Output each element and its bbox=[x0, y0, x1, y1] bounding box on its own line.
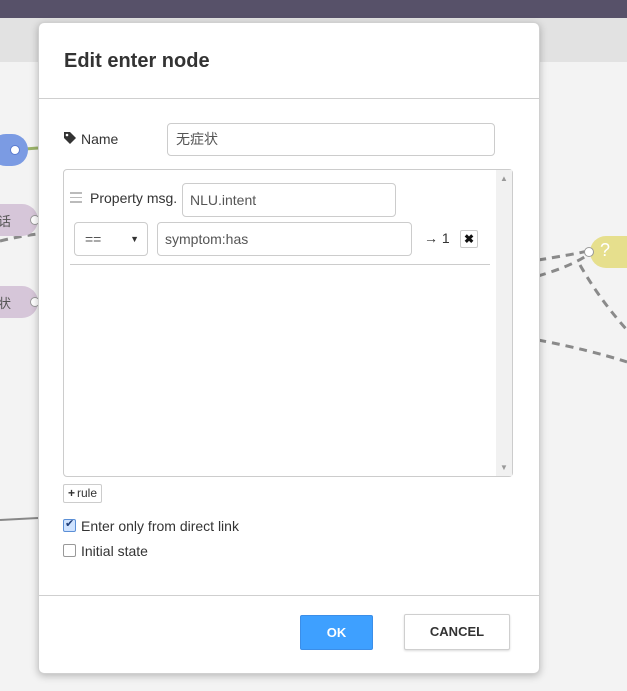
drag-handle-icon[interactable] bbox=[70, 192, 82, 206]
add-rule-label: rule bbox=[77, 486, 98, 500]
rule-value-input[interactable]: symptom:has bbox=[157, 222, 412, 256]
direct-link-checkbox[interactable]: ✔ bbox=[63, 518, 76, 532]
scroll-down-icon[interactable]: ▼ bbox=[500, 463, 508, 472]
caret-down-icon: ▼ bbox=[130, 234, 139, 244]
operator-value: == bbox=[85, 231, 102, 247]
wire-dashed-4 bbox=[578, 264, 627, 332]
add-rule-button[interactable]: + rule bbox=[63, 484, 103, 503]
scroll-up-icon[interactable]: ▲ bbox=[500, 174, 508, 183]
operator-select[interactable]: == ▼ bbox=[74, 222, 148, 256]
property-label: Property msg. bbox=[90, 190, 178, 206]
edit-node-dialog: Edit enter node Name 无症状 Property msg. N… bbox=[38, 22, 540, 674]
flow-node-yellow[interactable]: ? bbox=[584, 236, 627, 268]
wire-dashed-3 bbox=[537, 251, 591, 278]
dialog-title: Edit enter node bbox=[64, 50, 210, 72]
node-label: ? bbox=[600, 240, 611, 260]
rule-divider bbox=[70, 264, 490, 265]
node-label: 话 bbox=[0, 214, 12, 229]
node-port[interactable] bbox=[584, 247, 594, 257]
tag-icon bbox=[64, 132, 76, 144]
node-label: 状 bbox=[0, 296, 12, 311]
node-port[interactable] bbox=[10, 145, 20, 155]
name-label: Name bbox=[81, 131, 119, 147]
flow-node-purple-2[interactable]: 状 bbox=[0, 286, 40, 318]
initial-state-checkbox[interactable] bbox=[63, 544, 76, 557]
property-input[interactable]: NLU.intent bbox=[182, 183, 396, 217]
wire-dashed-5 bbox=[537, 338, 627, 364]
name-input[interactable]: 无症状 bbox=[167, 123, 495, 156]
flow-node-purple-1[interactable]: 话 bbox=[0, 204, 40, 236]
delete-rule-button[interactable]: ✖ bbox=[460, 230, 478, 248]
header-divider bbox=[39, 98, 539, 99]
ok-button[interactable]: OK bbox=[300, 615, 373, 650]
initial-state-label: Initial state bbox=[81, 543, 148, 559]
rules-container[interactable]: Property msg. NLU.intent == ▼ symptom:ha… bbox=[63, 169, 513, 477]
close-icon: ✖ bbox=[463, 232, 475, 246]
footer-divider bbox=[39, 595, 539, 596]
rule-output-label: → 1 bbox=[424, 230, 450, 246]
plus-icon: + bbox=[68, 486, 76, 500]
direct-link-label: Enter only from direct link bbox=[81, 518, 239, 534]
cancel-button[interactable]: CANCEL bbox=[404, 614, 510, 650]
checkmark-icon: ✔ bbox=[65, 518, 75, 530]
rules-scrollbar[interactable]: ▲ ▼ bbox=[496, 170, 512, 476]
wire-solid-left bbox=[0, 517, 39, 521]
